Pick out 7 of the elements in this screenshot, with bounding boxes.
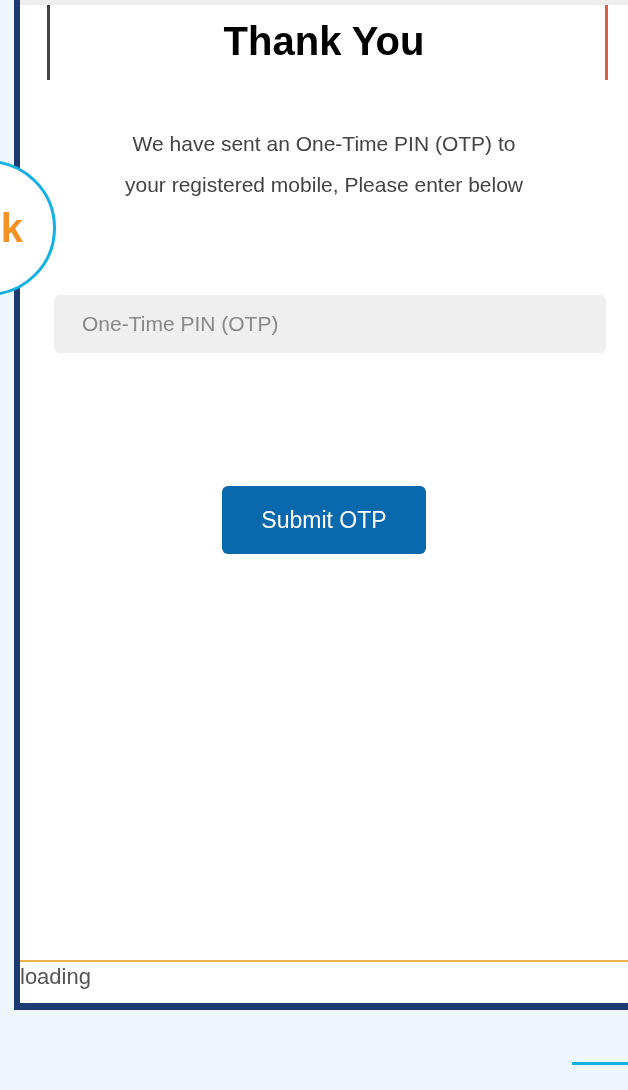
status-text: loading: [20, 963, 92, 991]
accent-line: [572, 1062, 628, 1065]
otp-input-field[interactable]: One-Time PIN (OTP): [54, 295, 606, 353]
bubble-text: k: [0, 205, 23, 252]
instruction-text: We have sent an One-Time PIN (OTP) to your registered mobile, Please enter below: [124, 131, 524, 198]
page-title: Thank You: [223, 18, 425, 65]
submit-otp-button[interactable]: Submit OTP: [222, 486, 426, 554]
